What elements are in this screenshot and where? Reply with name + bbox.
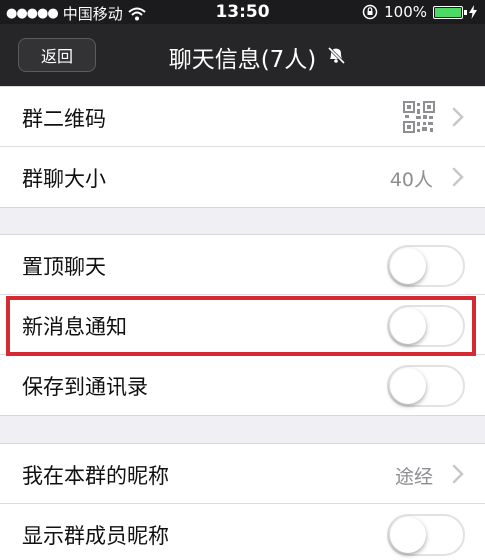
toggle-knob — [390, 517, 426, 553]
battery-icon — [433, 5, 467, 19]
rotation-lock-icon — [362, 4, 378, 20]
row-label: 显示群成员昵称 — [22, 524, 169, 548]
settings-group-1: 群二维码 群聊大小 40人 — [0, 86, 485, 208]
row-qr-code[interactable]: 群二维码 — [0, 87, 485, 147]
row-pin-chat: 置顶聊天 — [0, 235, 485, 295]
status-bar: ●●●●● 中国移动 13:50 100% — [0, 0, 485, 24]
save-to-contacts-toggle[interactable] — [387, 365, 465, 407]
row-label: 群聊大小 — [22, 167, 106, 191]
battery-percent: 100% — [384, 3, 427, 21]
row-show-member-nicknames: 显示群成员昵称 — [0, 504, 485, 560]
chevron-right-icon — [452, 464, 464, 484]
row-label: 置顶聊天 — [22, 255, 106, 279]
status-right: 100% — [362, 3, 477, 21]
show-member-nicknames-toggle[interactable] — [387, 514, 465, 556]
page-title: 聊天信息(7人) — [168, 47, 317, 73]
row-value: 途经 — [394, 466, 433, 488]
mute-bell-icon — [327, 46, 346, 65]
toggle-knob — [390, 368, 426, 404]
settings-group-3: 我在本群的昵称 途经 显示群成员昵称 — [0, 443, 485, 560]
qr-code-icon — [403, 101, 435, 133]
charging-icon — [469, 5, 477, 19]
row-label: 我在本群的昵称 — [22, 464, 169, 488]
row-value: 40人 — [389, 169, 433, 191]
chevron-right-icon — [452, 167, 464, 187]
row-group-size[interactable]: 群聊大小 40人 — [0, 147, 485, 207]
row-label: 保存到通讯录 — [22, 375, 148, 399]
highlight-annotation-box — [6, 296, 476, 356]
toggle-knob — [390, 248, 426, 284]
row-my-nickname[interactable]: 我在本群的昵称 途经 — [0, 444, 485, 504]
row-save-to-contacts: 保存到通讯录 — [0, 355, 485, 415]
pin-chat-toggle[interactable] — [387, 245, 465, 287]
row-label: 群二维码 — [22, 107, 106, 131]
nav-bar: 返回 聊天信息(7人) — [0, 24, 485, 86]
chevron-right-icon — [452, 107, 464, 127]
